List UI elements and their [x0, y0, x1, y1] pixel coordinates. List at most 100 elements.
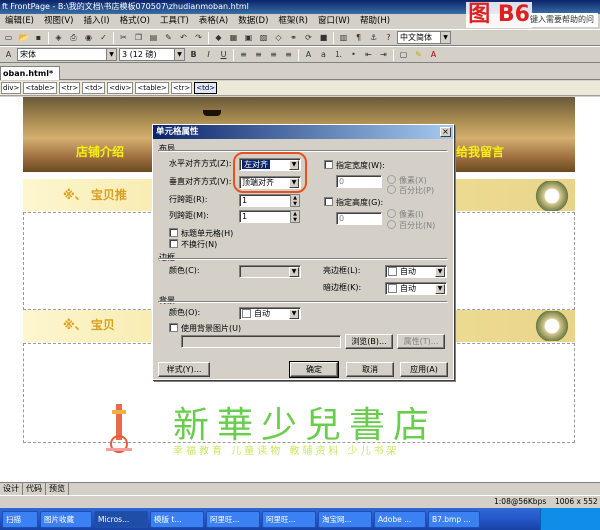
task-taobao[interactable]: 淘宝网... — [318, 510, 372, 528]
task-scan[interactable]: 扫描 — [2, 510, 38, 528]
bullets-icon[interactable]: • — [347, 49, 360, 61]
drawing-icon[interactable]: ◇ — [272, 32, 285, 44]
hyperlink-icon[interactable]: ⚭ — [287, 32, 300, 44]
border-color-select[interactable]: ▼ — [239, 265, 301, 278]
task-bmp[interactable]: B7.bmp ... — [428, 510, 480, 528]
menu-edit[interactable]: 编辑(E) — [0, 14, 39, 28]
task-adobe[interactable]: Adobe ... — [374, 510, 426, 528]
decrease-font-icon[interactable]: a — [317, 49, 330, 61]
copy-icon[interactable]: ❐ — [132, 32, 145, 44]
bold-button[interactable]: B — [187, 49, 200, 61]
spinner-icon[interactable]: ▲ ▼ — [290, 194, 300, 207]
tab-zhudianmoban[interactable]: oban.html* — [0, 66, 61, 80]
paste-icon[interactable]: ▤ — [147, 32, 160, 44]
apply-button[interactable]: 应用(A) — [400, 362, 448, 377]
show-all-icon[interactable]: ¶ — [352, 32, 365, 44]
task-aliwangwang-1[interactable]: 阿里旺... — [206, 510, 260, 528]
language-select[interactable]: 中文简体 ▼ — [397, 31, 451, 44]
cut-icon[interactable]: ✂ — [117, 32, 130, 44]
increase-font-icon[interactable]: A — [302, 49, 315, 61]
help-search-input[interactable]: 键入需要帮助的问 — [530, 13, 598, 27]
style-icon[interactable]: A — [2, 49, 15, 61]
save-icon[interactable]: ▪ — [32, 32, 45, 44]
align-right-icon[interactable]: ≡ — [267, 49, 280, 61]
align-center-icon[interactable]: ≡ — [252, 49, 265, 61]
help-icon[interactable]: ? — [382, 32, 395, 44]
font-color-icon[interactable]: A — [427, 49, 440, 61]
light-border-select[interactable]: 自动 ▼ — [385, 265, 447, 278]
web-component-icon[interactable]: ◆ — [212, 32, 225, 44]
style-button[interactable]: 样式(Y)... — [158, 362, 210, 377]
task-aliwangwang-2[interactable]: 阿里旺... — [262, 510, 316, 528]
height-pixels-radio[interactable] — [387, 209, 396, 218]
menu-insert[interactable]: 插入(I) — [78, 14, 114, 28]
nav-link-shop-intro[interactable]: 店铺介绍 — [76, 143, 124, 160]
bookmark-icon[interactable]: ⚓ — [367, 32, 380, 44]
tag-td-selected[interactable]: <td> — [194, 82, 218, 94]
numbering-icon[interactable]: ⒈ — [332, 49, 345, 61]
spelling-icon[interactable]: ✓ — [97, 32, 110, 44]
no-wrap-checkbox[interactable] — [169, 239, 178, 248]
borders-icon[interactable]: ▢ — [397, 49, 410, 61]
properties-button[interactable]: 属性(T)... — [397, 334, 445, 349]
tag-td[interactable]: <td> — [82, 82, 106, 94]
open-icon[interactable]: 📂 — [17, 32, 30, 44]
publish-icon[interactable]: ◈ — [52, 32, 65, 44]
tag-table[interactable]: <table> — [23, 82, 57, 94]
new-page-icon[interactable]: ▭ — [2, 32, 15, 44]
tab-design[interactable]: 设计 — [0, 483, 23, 495]
height-input[interactable]: 0 — [336, 212, 382, 225]
task-pictures[interactable]: 图片收藏 — [40, 510, 92, 528]
align-left-icon[interactable]: ≡ — [237, 49, 250, 61]
use-bg-image-checkbox[interactable] — [169, 323, 178, 332]
redo-icon[interactable]: ↷ — [192, 32, 205, 44]
specify-height-checkbox[interactable] — [324, 197, 333, 206]
italic-button[interactable]: I — [202, 49, 215, 61]
tag-div[interactable]: div> — [1, 82, 22, 94]
font-size-select[interactable]: 3 (12 磅) ▼ — [119, 48, 185, 61]
preview-icon[interactable]: ◉ — [82, 32, 95, 44]
format-painter-icon[interactable]: ✎ — [162, 32, 175, 44]
close-icon[interactable]: × — [440, 127, 451, 137]
refresh-icon[interactable]: ⟳ — [302, 32, 315, 44]
ok-button[interactable]: 确定 — [289, 361, 339, 378]
justify-icon[interactable]: ≡ — [282, 49, 295, 61]
spinner-icon[interactable]: ▲ ▼ — [290, 210, 300, 223]
header-cell-checkbox[interactable] — [169, 228, 178, 237]
increase-indent-icon[interactable]: ⇥ — [377, 49, 390, 61]
menu-tools[interactable]: 工具(T) — [155, 14, 194, 28]
menu-data[interactable]: 数据(D) — [233, 14, 273, 28]
insert-picture-icon[interactable]: ▨ — [257, 32, 270, 44]
tag-tr[interactable]: <tr> — [58, 82, 81, 94]
font-select[interactable]: 宋体 ▼ — [17, 48, 117, 61]
underline-button[interactable]: U — [217, 49, 230, 61]
dark-border-select[interactable]: 自动 ▼ — [385, 282, 447, 295]
menu-view[interactable]: 视图(V) — [39, 14, 78, 28]
folder-list-icon[interactable]: ▥ — [337, 32, 350, 44]
cancel-button[interactable]: 取消 — [346, 362, 394, 377]
width-percent-radio[interactable] — [387, 185, 396, 194]
browse-button[interactable]: 浏览(B)... — [345, 334, 393, 349]
nav-link-message[interactable]: 给我留言 — [456, 143, 504, 160]
tab-code[interactable]: 代码 — [23, 483, 46, 495]
highlight-icon[interactable]: ✎ — [412, 49, 425, 61]
menu-help[interactable]: 帮助(H) — [355, 14, 395, 28]
task-template[interactable]: 模版 t... — [150, 510, 204, 528]
tab-preview[interactable]: 预览 — [46, 483, 69, 495]
height-percent-radio[interactable] — [387, 220, 396, 229]
specify-width-checkbox[interactable] — [324, 160, 333, 169]
insert-table-icon[interactable]: ▦ — [227, 32, 240, 44]
tag-tr[interactable]: <tr> — [170, 82, 193, 94]
menu-window[interactable]: 窗口(W) — [313, 14, 355, 28]
decrease-indent-icon[interactable]: ⇤ — [362, 49, 375, 61]
stop-icon[interactable]: ■ — [317, 32, 330, 44]
menu-frames[interactable]: 框架(R) — [273, 14, 313, 28]
width-input[interactable]: 0 — [336, 175, 382, 188]
tag-div[interactable]: <div> — [107, 82, 134, 94]
menu-format[interactable]: 格式(O) — [115, 14, 155, 28]
undo-icon[interactable]: ↶ — [177, 32, 190, 44]
row-span-input[interactable]: 1 ▲ ▼ — [239, 194, 300, 207]
task-frontpage[interactable]: Micros... — [94, 510, 148, 528]
bg-image-path-input[interactable] — [181, 335, 341, 348]
col-span-input[interactable]: 1 ▲ ▼ — [239, 210, 300, 223]
